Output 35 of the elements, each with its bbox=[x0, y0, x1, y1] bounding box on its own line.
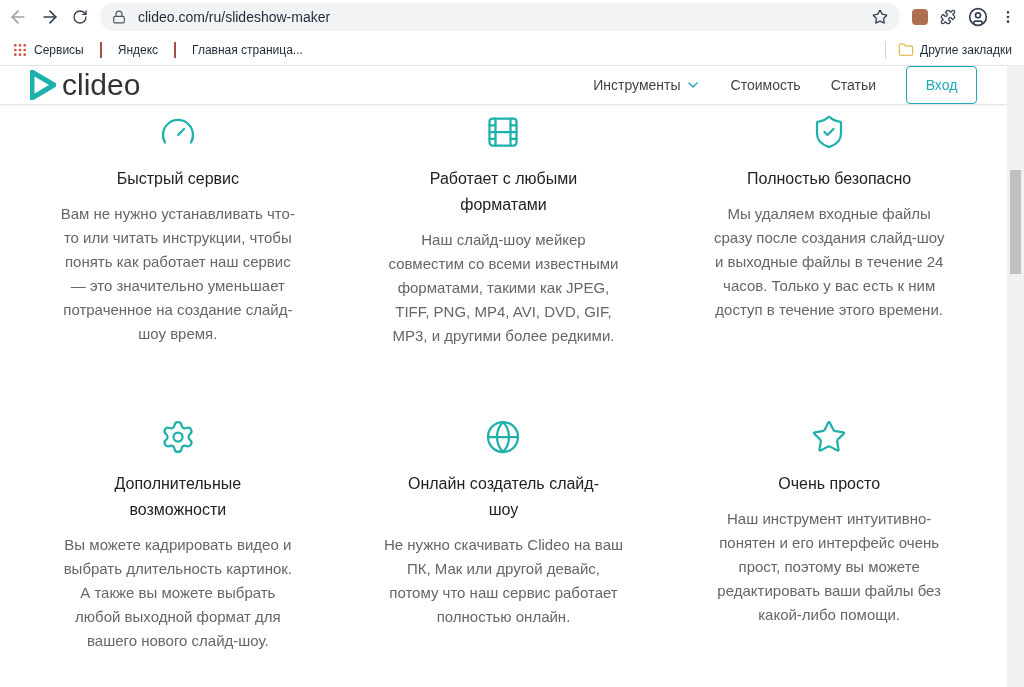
nav-link[interactable]: Стоимость bbox=[730, 74, 801, 96]
scrollbar[interactable] bbox=[1007, 66, 1024, 687]
reload-icon[interactable] bbox=[72, 9, 88, 25]
profile-icon[interactable] bbox=[968, 7, 988, 27]
bookmark-star-icon[interactable] bbox=[872, 9, 888, 25]
url-text: clideo.com/ru/slideshow-maker bbox=[138, 7, 332, 27]
feature-title: Дополнительные возможности bbox=[113, 474, 243, 520]
feature-description: Вам не нужно устанавливать что-то или читать инструкции, чтобы понять как работает наш сервис — это значительно уменьшает потраченное на создание слайд-шоу время. bbox=[59, 204, 296, 344]
feature-title: Быстрый сервис bbox=[115, 169, 240, 189]
lock-icon bbox=[112, 10, 126, 24]
feature-description: Вы можете кадрировать видео и выбрать длительность картинок. А также вы можете выбрать любой выходной формат для вашего нового слайд-шоу. bbox=[62, 535, 293, 651]
bookmark-link[interactable]: Яндекс bbox=[99, 40, 159, 59]
logo-text: clideo bbox=[62, 70, 141, 100]
extensions-icon[interactable] bbox=[940, 9, 956, 25]
nav-link[interactable]: Статьи bbox=[830, 74, 876, 96]
other-bookmarks-link[interactable]: Другие закладки bbox=[885, 40, 1012, 59]
apps-icon bbox=[12, 41, 28, 58]
folder-icon bbox=[898, 41, 915, 58]
feature-description: Не нужно скачивать Clideo на ваш ПК, Мак или другой девайс, потому что наш сервис работает полностью онлайн. bbox=[383, 535, 624, 627]
feature-description: Наш инструмент интуитивно-понятен и его интерфейс очень прост, поэтому вы можете редактировать ваши файлы без какой-либо помощи. bbox=[716, 509, 942, 625]
bookmark-link[interactable]: Главная страница... bbox=[174, 40, 303, 59]
extension-icon[interactable] bbox=[912, 9, 928, 25]
feature-description: Наш слайд-шоу мейкер совместим со всеми известными форматами, такими как JPEG, TIFF, PNG, MP4, AVI, DVD, GIF, MP3, и другими более редкими. bbox=[387, 230, 620, 346]
logo-icon bbox=[30, 70, 56, 100]
feature-title: Работает с любыми форматами bbox=[428, 169, 579, 215]
scrollbar-thumb[interactable] bbox=[1010, 170, 1021, 274]
address-bar[interactable]: clideo.com/ru/slideshow-maker bbox=[100, 3, 900, 31]
feature-title: Онлайн создатель слайд-шоу bbox=[407, 474, 600, 520]
feature-description: Мы удаляем входные файлы сразу после создания слайд-шоу и выходные файлы в течение 24 часов. Только у вас есть к ним доступ в течение этого времени. bbox=[712, 204, 946, 320]
nav-link[interactable]: Инструменты bbox=[593, 74, 701, 96]
feature-title: Полностью безопасно bbox=[746, 169, 913, 189]
feature-title: Очень просто bbox=[777, 474, 882, 494]
star-icon bbox=[811, 419, 848, 455]
bookmark-link[interactable]: Сервисы bbox=[12, 40, 84, 59]
globe-icon bbox=[485, 419, 522, 455]
